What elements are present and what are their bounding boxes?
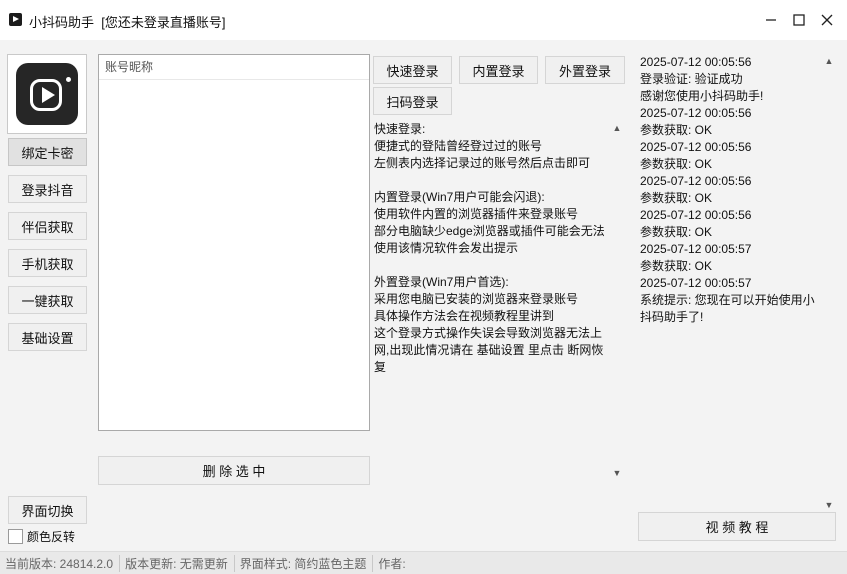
- one-click-fetch-button[interactable]: 一键获取: [8, 286, 87, 314]
- log-output: 2025-07-12 00:05:56 登录验证: 验证成功 感谢您使用小抖码助…: [640, 55, 815, 324]
- log-scroll-up-icon[interactable]: ▲: [823, 55, 835, 67]
- bind-card-button[interactable]: 绑定卡密: [8, 138, 87, 166]
- app-logo: [7, 54, 87, 134]
- help-scroll-up-icon[interactable]: ▲: [611, 122, 623, 134]
- app-logo-icon: [9, 13, 22, 26]
- invert-color-label: 颜色反转: [27, 530, 76, 544]
- theme-status: 界面样式: 简约蓝色主题: [235, 554, 374, 572]
- account-list-header: 账号昵称: [99, 55, 369, 80]
- builtin-login-button[interactable]: 内置登录: [459, 56, 538, 84]
- scan-login-button[interactable]: 扫码登录: [373, 87, 452, 115]
- play-logo-icon: [16, 63, 78, 125]
- minimize-icon: [766, 19, 776, 21]
- login-help-text: 快速登录: 便捷式的登陆曾经登过过的账号 左侧表内选择记录过的账号然后点击即可 …: [374, 122, 605, 374]
- app-name: 小抖码助手: [29, 15, 95, 30]
- author-status: 作者:: [378, 556, 406, 571]
- invert-color-checkbox[interactable]: [8, 529, 23, 544]
- phone-fetch-button[interactable]: 手机获取: [8, 249, 87, 277]
- version-status: 当前版本: 24814.2.0: [0, 554, 121, 572]
- title-bar: 小抖码助手 [您还未登录直播账号]: [0, 0, 847, 40]
- login-status-text: [您还未登录直播账号]: [101, 15, 226, 30]
- close-button[interactable]: [815, 8, 839, 32]
- update-status: 版本更新: 无需更新: [120, 554, 235, 572]
- companion-fetch-button[interactable]: 伴侣获取: [8, 212, 87, 240]
- window-title: 小抖码助手 [您还未登录直播账号]: [29, 12, 225, 31]
- close-icon: [821, 14, 833, 26]
- account-list[interactable]: 账号昵称: [98, 54, 370, 431]
- log-scroll-down-icon[interactable]: ▼: [823, 499, 835, 511]
- login-douyin-button[interactable]: 登录抖音: [8, 175, 87, 203]
- minimize-button[interactable]: [759, 8, 783, 32]
- maximize-button[interactable]: [787, 8, 811, 32]
- basic-settings-button[interactable]: 基础设置: [8, 323, 87, 351]
- video-tutorial-button[interactable]: 视 频 教 程: [638, 512, 836, 541]
- quick-login-button[interactable]: 快速登录: [373, 56, 452, 84]
- delete-selected-button[interactable]: 删 除 选 中: [98, 456, 370, 485]
- invert-color-toggle[interactable]: 颜色反转: [8, 528, 75, 545]
- external-login-button[interactable]: 外置登录: [545, 56, 625, 84]
- help-scroll-down-icon[interactable]: ▼: [611, 467, 623, 479]
- switch-ui-button[interactable]: 界面切换: [8, 496, 87, 524]
- maximize-icon: [793, 14, 805, 26]
- status-bar: 当前版本: 24814.2.0 版本更新: 无需更新 界面样式: 简约蓝色主题 …: [0, 551, 847, 574]
